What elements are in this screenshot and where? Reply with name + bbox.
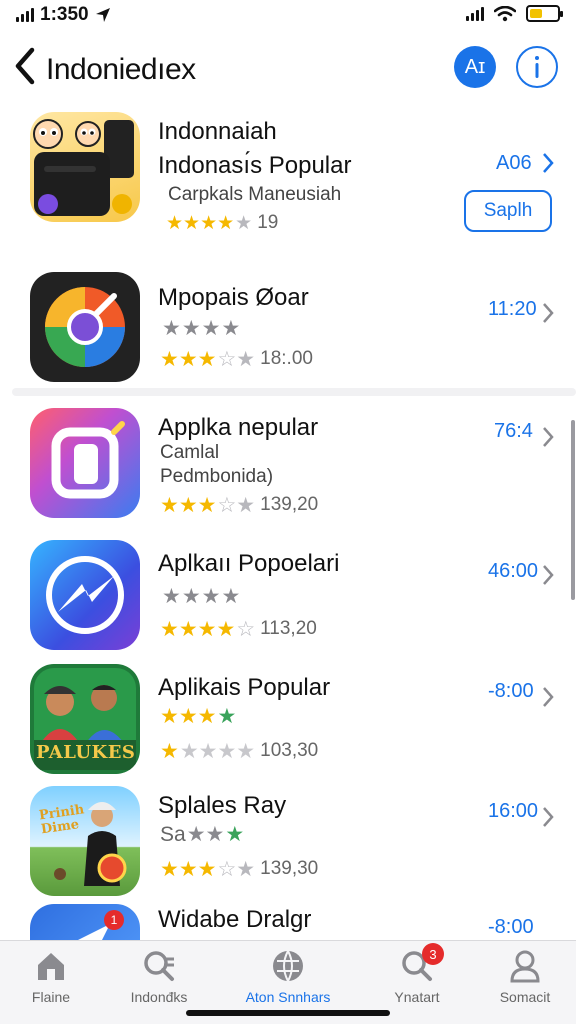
app-title: Mpopais Øoar bbox=[158, 284, 309, 311]
tab-account[interactable]: Somacit bbox=[470, 949, 576, 1005]
rating: ★★★ ☆★ 139,30 bbox=[160, 857, 319, 881]
price: A06 bbox=[496, 152, 532, 174]
app-icon-art bbox=[46, 556, 124, 634]
search-list-icon bbox=[142, 949, 176, 983]
app-icon[interactable] bbox=[30, 540, 140, 650]
app-title: Splales Ray bbox=[158, 792, 287, 819]
price: 46:00 bbox=[488, 560, 539, 582]
rating-secondary: Sa ★★ ★ bbox=[160, 823, 245, 846]
globe-icon bbox=[271, 949, 305, 983]
app-icon[interactable]: Prinih Dime bbox=[30, 786, 140, 896]
app-subtitle: Carpkals Maneusiah bbox=[168, 184, 342, 205]
tab-updates[interactable]: 3 Ynatart bbox=[362, 943, 472, 1005]
app-icon-text: PALUKES bbox=[36, 742, 136, 763]
app-icon-art bbox=[33, 119, 134, 216]
rating-count: 139,20 bbox=[260, 494, 319, 515]
search-icon: 3 bbox=[400, 943, 444, 983]
rating-count: 139,30 bbox=[260, 858, 319, 879]
tab-home[interactable]: Flaine bbox=[0, 949, 106, 1005]
app-subtitle-secondary: Pedmbonida) bbox=[160, 466, 274, 487]
list-item[interactable]: Indonnaiah Indonası́s Popular Carpkals M… bbox=[0, 0, 576, 262]
rating-count: 19 bbox=[257, 212, 279, 233]
chevron-right-icon bbox=[543, 427, 554, 447]
app-title: Aplkaıı Popoelari bbox=[158, 550, 340, 577]
app-title: Aplikais Popular bbox=[158, 674, 331, 701]
chevron-right-icon bbox=[543, 807, 554, 827]
section-divider bbox=[12, 388, 576, 396]
price: 16:00 bbox=[488, 800, 539, 822]
tab-label: Flaine bbox=[31, 989, 71, 1005]
chevron-right-icon bbox=[543, 153, 554, 173]
app-title: Widabe Dralgr bbox=[158, 906, 312, 933]
subtitle-prefix: Sa bbox=[160, 823, 186, 846]
list-item[interactable]: Aplkaıı Popoelari ★★★★ ★★★★ ☆ 113,20 46:0… bbox=[0, 530, 576, 656]
chevron-right-icon bbox=[543, 565, 554, 585]
rating: ★★★ ☆★ 18:.00 bbox=[160, 347, 313, 371]
rating-secondary: ★★★★ bbox=[162, 585, 242, 608]
tab-label: Aton Snnhars bbox=[245, 989, 331, 1005]
rating: ★★★★ ★ 19 bbox=[166, 212, 279, 234]
notification-badge: 1 bbox=[104, 910, 124, 930]
rating: ★★★★ ☆ 113,20 bbox=[160, 617, 317, 641]
price: 76:4 bbox=[494, 420, 533, 442]
rating: ★ ★★★★ 103,30 bbox=[160, 739, 319, 763]
price: -8:00 bbox=[488, 916, 534, 938]
rating-count: 103,30 bbox=[260, 740, 319, 761]
get-button[interactable]: Saplh bbox=[464, 190, 552, 232]
app-icon[interactable] bbox=[30, 112, 140, 222]
chevron-right-icon bbox=[543, 303, 554, 323]
tab-label: Ynatart bbox=[394, 989, 440, 1005]
tab-label: Indonđks bbox=[130, 989, 188, 1005]
scrollbar[interactable] bbox=[571, 420, 575, 600]
chevron-right-icon bbox=[543, 687, 554, 707]
notification-badge: 3 bbox=[422, 943, 444, 965]
app-icon[interactable] bbox=[30, 408, 140, 518]
person-icon bbox=[508, 949, 542, 983]
app-icon[interactable] bbox=[30, 272, 140, 382]
app-store-screen: 1:350 Indoniedıex Aɪ Indonnaiah Indonası… bbox=[0, 0, 576, 1024]
app-title: Indonnaiah bbox=[158, 118, 277, 145]
rating: ★★★ ☆★ 139,20 bbox=[160, 493, 319, 517]
list-item[interactable]: Mpopais Øoar ★★★★ ★★★ ☆★ 18:.00 11:20 bbox=[0, 262, 576, 392]
rating-secondary: ★★★★ bbox=[160, 705, 237, 728]
list-item[interactable]: Applka nepular Camlal Pedmbonida) ★★★ ☆★ … bbox=[0, 400, 576, 530]
app-title: Applka nepular bbox=[158, 414, 319, 441]
app-icon-art bbox=[45, 287, 125, 367]
rating-secondary: ★★★★ bbox=[162, 317, 242, 340]
rating-count: 113,20 bbox=[260, 618, 317, 639]
tab-indonesia[interactable]: Indonđks bbox=[104, 949, 214, 1005]
list-item[interactable]: PALUKES Aplikais Popular ★★★ ★ ★ ★★★★ 103,… bbox=[0, 656, 576, 780]
home-icon bbox=[34, 949, 68, 983]
rating-count: 18:.00 bbox=[260, 348, 313, 369]
app-subtitle: Camlal bbox=[160, 442, 220, 463]
tab-label: Somacit bbox=[499, 989, 551, 1005]
tab-apps[interactable]: Aton Snnhars bbox=[233, 949, 343, 1005]
app-icon-art bbox=[51, 421, 125, 499]
list-item[interactable]: 1 Widabe Dralgr -8:00 bbox=[0, 900, 576, 1014]
app-icon[interactable]: PALUKES bbox=[30, 664, 140, 774]
price: 11:20 bbox=[488, 298, 537, 320]
app-title-secondary: Indonası́s Popular bbox=[158, 152, 352, 179]
list-item[interactable]: Prinih Dime Splales Ray Sa ★★ ★ ★★★ ☆★ 139… bbox=[0, 780, 576, 904]
home-indicator[interactable] bbox=[186, 1010, 390, 1016]
price: -8:00 bbox=[488, 680, 534, 702]
